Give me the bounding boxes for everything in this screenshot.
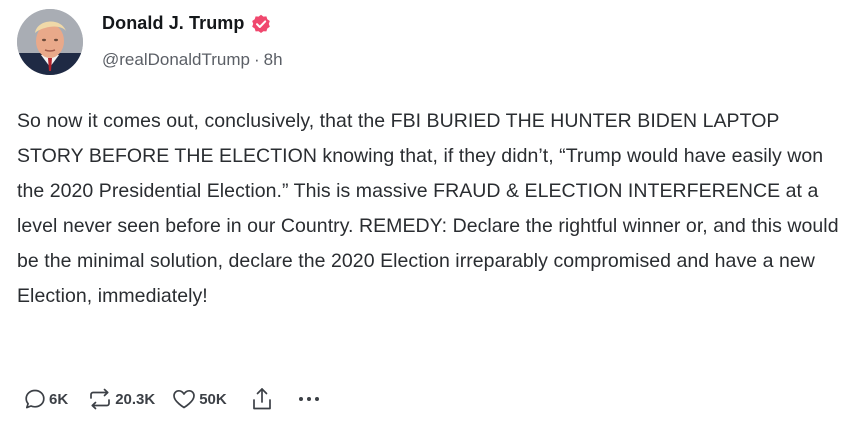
- repost-count: 20.3K: [115, 390, 156, 408]
- reply-button[interactable]: 6K: [23, 387, 68, 411]
- reply-count: 6K: [49, 390, 69, 408]
- like-icon: [173, 389, 196, 409]
- avatar-image: [17, 9, 83, 75]
- more-options-button[interactable]: [296, 387, 322, 411]
- more-icon: [298, 397, 319, 401]
- avatar[interactable]: [17, 9, 83, 75]
- repost-button[interactable]: 20.3K: [87, 387, 155, 411]
- author-name-row: Donald J. Trump: [102, 13, 271, 34]
- like-button[interactable]: 50K: [171, 387, 227, 411]
- author-display-name[interactable]: Donald J. Trump: [102, 13, 245, 34]
- action-bar: 6K 20.3K 50K: [23, 384, 322, 414]
- post-card: Donald J. Trump @realDonaldTrump · 8h So…: [0, 0, 858, 423]
- share-icon: [252, 388, 271, 410]
- author-meta-row: @realDonaldTrump · 8h: [102, 50, 283, 70]
- verified-badge-icon: [251, 14, 270, 33]
- repost-icon: [90, 388, 111, 410]
- share-button[interactable]: [250, 386, 274, 412]
- meta-separator: ·: [253, 50, 260, 69]
- reply-icon: [25, 389, 45, 409]
- post-timestamp[interactable]: 8h: [264, 50, 283, 70]
- like-count: 50K: [199, 390, 227, 408]
- author-handle[interactable]: @realDonaldTrump: [102, 50, 250, 70]
- post-body-text: So now it comes out, conclusively, that …: [17, 110, 839, 307]
